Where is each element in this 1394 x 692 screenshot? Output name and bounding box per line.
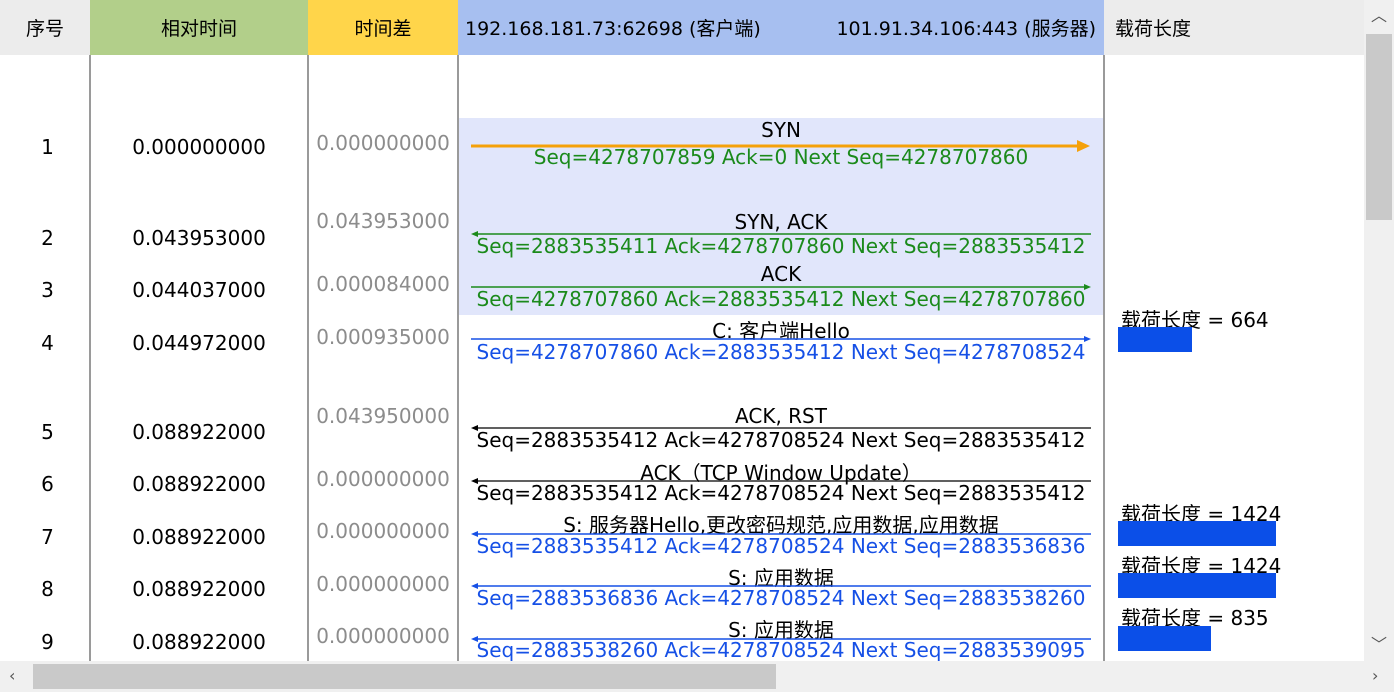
row-number: 4	[41, 331, 54, 355]
row-number: 6	[41, 472, 54, 496]
seq-info: Seq=2883535411 Ack=4278707860 Next Seq=2…	[476, 234, 1086, 258]
time-diff: 0.000935000	[316, 325, 450, 349]
seq-info: Seq=2883535412 Ack=4278708524 Next Seq=2…	[476, 428, 1086, 452]
row-number: 3	[41, 278, 54, 302]
column-divider	[1103, 55, 1105, 661]
row-number: 9	[41, 630, 54, 654]
seq-info: Seq=4278707860 Ack=2883535412 Next Seq=4…	[476, 287, 1086, 311]
row-number: 8	[41, 577, 54, 601]
column-header-payload-label: 载荷长度	[1115, 18, 1192, 40]
relative-time: 0.000000000	[132, 135, 266, 159]
time-diff: 0.000000000	[316, 467, 450, 491]
column-header-seq[interactable]: 序号	[0, 0, 90, 55]
scroll-right-icon[interactable]: ›	[1372, 668, 1378, 684]
time-diff: 0.000084000	[316, 272, 450, 296]
time-diff: 0.000000000	[316, 624, 450, 648]
row-number: 2	[41, 226, 54, 250]
payload-bar	[1118, 327, 1192, 352]
column-header-time-diff[interactable]: 时间差	[308, 0, 458, 55]
seq-info: Seq=2883535412 Ack=4278708524 Next Seq=2…	[476, 534, 1086, 558]
seq-info: Seq=4278707860 Ack=2883535412 Next Seq=4…	[476, 340, 1086, 364]
column-header-seq-label: 序号	[25, 18, 64, 40]
column-header-relative-time[interactable]: 相对时间	[90, 0, 308, 55]
time-diff: 0.000000000	[316, 572, 450, 596]
relative-time: 0.088922000	[132, 525, 266, 549]
time-diff: 0.000000000	[316, 131, 450, 155]
scroll-down-icon[interactable]: ﹀	[1371, 637, 1387, 653]
scroll-left-icon[interactable]: ‹	[9, 668, 15, 684]
relative-time: 0.088922000	[132, 630, 266, 654]
relative-time: 0.044972000	[132, 331, 266, 355]
relative-time: 0.088922000	[132, 472, 266, 496]
seq-info: Seq=2883538260 Ack=4278708524 Next Seq=2…	[476, 638, 1086, 662]
column-header-relative-time-label: 相对时间	[160, 18, 237, 40]
seq-info: Seq=2883536836 Ack=4278708524 Next Seq=2…	[476, 586, 1086, 610]
client-endpoint-label: 192.168.181.73:62698 (客户端)	[465, 18, 761, 40]
payload-bar	[1118, 573, 1276, 598]
row-number: 5	[41, 420, 54, 444]
column-header-time-diff-label: 时间差	[354, 18, 412, 40]
time-diff: 0.000000000	[316, 519, 450, 543]
row-number: 1	[41, 135, 54, 159]
time-diff: 0.043953000	[316, 209, 450, 233]
server-endpoint-label: 101.91.34.106:443 (服务器)	[836, 18, 1096, 40]
relative-time: 0.088922000	[132, 577, 266, 601]
seq-info: Seq=2883535412 Ack=4278708524 Next Seq=2…	[476, 481, 1086, 505]
vertical-scroll-thumb[interactable]	[1366, 34, 1392, 220]
column-header-flow[interactable]: 192.168.181.73:62698 (客户端) 101.91.34.106…	[458, 0, 1104, 55]
payload-bar	[1118, 626, 1211, 651]
payload-bar	[1118, 521, 1276, 546]
seq-info: Seq=4278707859 Ack=0 Next Seq=4278707860	[533, 145, 1029, 169]
relative-time: 0.088922000	[132, 420, 266, 444]
scroll-up-icon[interactable]: ︿	[1371, 8, 1387, 24]
relative-time: 0.044037000	[132, 278, 266, 302]
time-diff: 0.043950000	[316, 404, 450, 428]
horizontal-scroll-thumb[interactable]	[33, 664, 776, 689]
relative-time: 0.043953000	[132, 226, 266, 250]
column-header-payload[interactable]: 载荷长度	[1104, 0, 1364, 55]
row-number: 7	[41, 525, 54, 549]
